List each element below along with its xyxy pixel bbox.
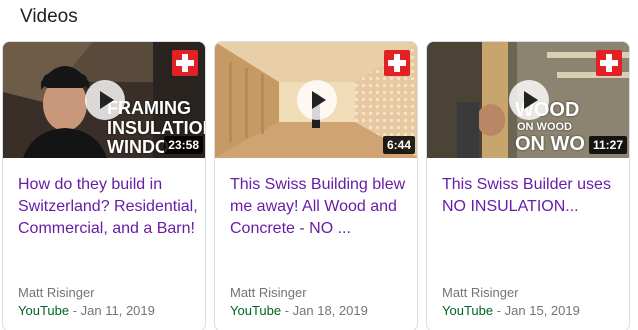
thumbnail-caption-line: INSULATION — [107, 118, 206, 138]
video-source: YouTube — [230, 303, 282, 318]
meta-separator: - — [493, 303, 505, 318]
video-date: Jan 11, 2019 — [80, 303, 155, 318]
video-thumbnail[interactable]: FRAMING INSULATION WINDO 23:58 — [3, 42, 206, 158]
video-thumbnail[interactable]: WOOD ON WOOD ON WO 11:27 — [427, 42, 629, 158]
swiss-flag-icon — [172, 50, 198, 76]
meta-separator: - — [281, 303, 293, 318]
video-source: YouTube — [442, 303, 494, 318]
video-title-link[interactable]: This Swiss Builder uses NO INSULATION... — [442, 174, 622, 218]
play-icon[interactable] — [85, 80, 125, 120]
video-author: Matt Risinger — [230, 285, 307, 300]
video-title-link[interactable]: How do they build in Switzerland? Reside… — [18, 174, 198, 240]
video-title-link[interactable]: This Swiss Building blew me away! All Wo… — [230, 174, 410, 240]
video-author: Matt Risinger — [18, 285, 95, 300]
video-thumbnail[interactable]: 6:44 — [215, 42, 417, 158]
thumbnail-caption-line: WINDO — [107, 137, 169, 157]
video-card[interactable]: WOOD ON WOOD ON WO 11:27 This Swiss Buil… — [426, 41, 630, 330]
play-icon[interactable] — [297, 80, 337, 120]
video-meta: YouTube - Jan 18, 2019 — [230, 303, 368, 318]
video-date: Jan 15, 2019 — [504, 303, 580, 318]
video-meta: YouTube - Jan 11, 2019 — [18, 303, 155, 318]
meta-separator: - — [69, 303, 81, 318]
video-date: Jan 18, 2019 — [292, 303, 368, 318]
video-duration: 11:27 — [588, 136, 627, 154]
video-source: YouTube — [18, 303, 70, 318]
video-carousel: FRAMING INSULATION WINDO 23:58 How do th… — [2, 41, 638, 330]
video-duration: 6:44 — [382, 136, 415, 154]
video-author: Matt Risinger — [442, 285, 519, 300]
play-icon[interactable] — [509, 80, 549, 120]
video-card[interactable]: FRAMING INSULATION WINDO 23:58 How do th… — [2, 41, 206, 330]
video-meta: YouTube - Jan 15, 2019 — [442, 303, 580, 318]
thumbnail-caption-line: ON WOOD — [517, 121, 572, 133]
video-card[interactable]: 6:44 This Swiss Building blew me away! A… — [214, 41, 418, 330]
video-duration: 23:58 — [164, 136, 203, 154]
section-title: Videos — [20, 6, 78, 27]
swiss-flag-icon — [596, 50, 622, 76]
swiss-flag-icon — [384, 50, 410, 76]
thumbnail-caption-line: ON WO — [515, 133, 585, 155]
